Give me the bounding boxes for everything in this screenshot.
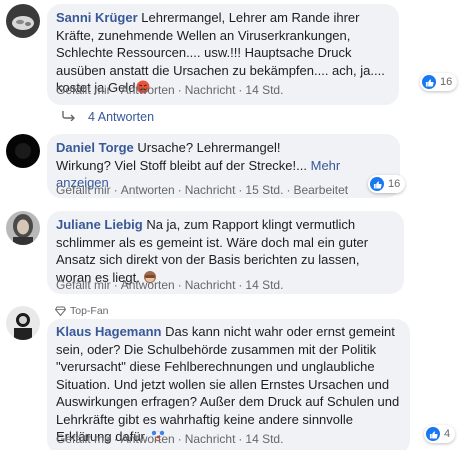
- avatar[interactable]: [6, 4, 40, 38]
- message-button[interactable]: Nachricht: [185, 183, 236, 197]
- reply-button[interactable]: Antworten: [121, 432, 175, 446]
- comment-actions: Gefällt mir · Antworten · Nachricht · 14 Std.: [56, 278, 284, 292]
- reply-button[interactable]: Antworten: [121, 278, 175, 292]
- like-icon: [370, 177, 384, 191]
- comment-actions: Gefällt mir · Antworten · Nachricht · 15 Std. ·…: [56, 183, 349, 197]
- timestamp[interactable]: 14 Std.: [245, 432, 283, 446]
- avatar[interactable]: [6, 211, 40, 245]
- reply-button[interactable]: Antworten: [121, 183, 175, 197]
- reply-button[interactable]: Antworten: [121, 83, 175, 97]
- avatar[interactable]: [6, 306, 40, 340]
- reply-arrow-icon: [62, 110, 76, 124]
- top-fan-badge: Top-Fan: [55, 305, 109, 317]
- comment-author[interactable]: Juliane Liebig: [56, 217, 143, 232]
- comment-actions: Gefällt mir · Antworten · Nachricht · 14 Std.: [56, 432, 284, 446]
- comment-author[interactable]: Sanni Krüger: [56, 10, 138, 25]
- diamond-icon: [55, 306, 66, 316]
- comment-author[interactable]: Daniel Torge: [56, 140, 134, 155]
- comment-actions: Gefällt mir · Antworten · Nachricht · 14 Std.: [56, 83, 284, 97]
- like-button[interactable]: Gefällt mir: [56, 83, 111, 97]
- edited-label: Bearbeitet: [293, 183, 349, 197]
- like-button[interactable]: Gefällt mir: [56, 183, 111, 197]
- reaction-count[interactable]: 16: [368, 175, 406, 193]
- message-button[interactable]: Nachricht: [185, 432, 236, 446]
- comment-bubble: Klaus Hagemann Das kann nicht wahr oder …: [47, 319, 410, 450]
- message-button[interactable]: Nachricht: [185, 83, 236, 97]
- timestamp[interactable]: 14 Std.: [245, 83, 283, 97]
- like-icon: [422, 75, 436, 89]
- reaction-count[interactable]: 16: [420, 73, 458, 91]
- timestamp[interactable]: 14 Std.: [245, 278, 283, 292]
- view-replies-link[interactable]: 4 Antworten: [62, 110, 154, 124]
- timestamp[interactable]: 15 Std.: [245, 183, 283, 197]
- like-button[interactable]: Gefällt mir: [56, 432, 111, 446]
- comment-text-line1: Ursache? Lehrermangel!: [137, 140, 281, 155]
- comment-author[interactable]: Klaus Hagemann: [56, 324, 161, 339]
- reaction-count[interactable]: 4: [424, 425, 456, 443]
- avatar[interactable]: [6, 134, 40, 168]
- like-button[interactable]: Gefällt mir: [56, 278, 111, 292]
- comment-text: Das kann nicht wahr oder ernst gemeint s…: [56, 324, 400, 444]
- comment-text-line2: Wirkung? Viel Stoff bleibt auf der Strec…: [56, 157, 307, 173]
- message-button[interactable]: Nachricht: [185, 278, 236, 292]
- like-icon: [426, 427, 440, 441]
